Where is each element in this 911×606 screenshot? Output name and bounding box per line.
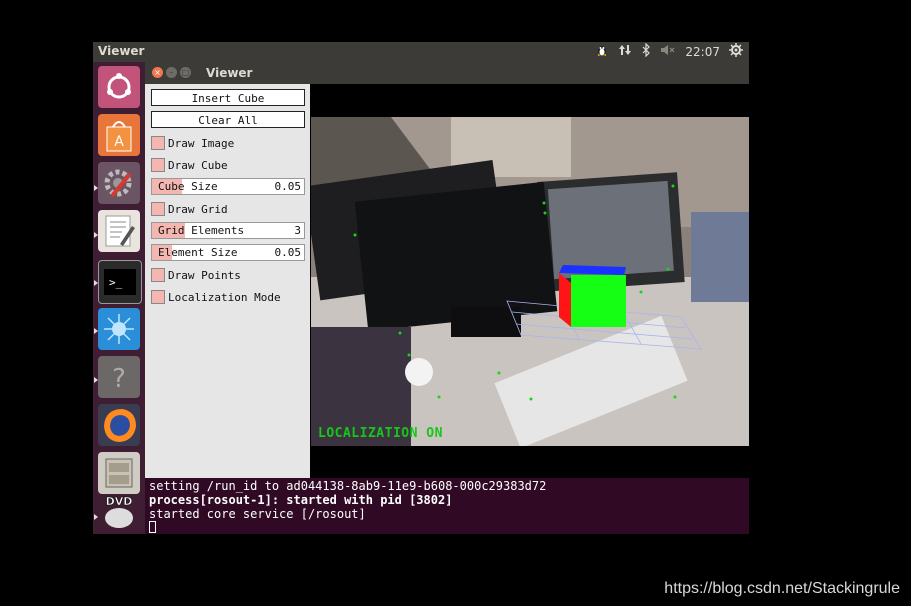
close-icon[interactable]: × xyxy=(152,67,163,78)
app-star-icon[interactable] xyxy=(98,308,140,350)
checkbox-box xyxy=(151,202,165,216)
dvd-label: DVD xyxy=(106,495,133,508)
volume-muted-icon[interactable] xyxy=(660,43,676,60)
localization-overlay-text: LOCALIZATION ON xyxy=(318,426,443,441)
cube-size-label: Cube Size xyxy=(158,180,218,193)
element-size-label: Element Size xyxy=(158,246,238,259)
window-title: Viewer xyxy=(206,66,253,80)
bluetooth-icon[interactable] xyxy=(641,42,651,60)
dvd-icon[interactable]: DVD xyxy=(98,492,140,532)
checkbox-box xyxy=(151,158,165,172)
grid-elements-slider[interactable]: Grid Elements 3 xyxy=(151,222,305,239)
settings-gear-icon[interactable] xyxy=(729,43,743,60)
terminal-cursor xyxy=(149,521,156,533)
tux-icon[interactable] xyxy=(595,43,609,60)
draw-grid-checkbox[interactable]: Draw Grid xyxy=(151,201,228,217)
draw-image-label: Draw Image xyxy=(168,136,235,150)
ubuntu-dash-icon[interactable] xyxy=(98,66,140,108)
terminal-icon[interactable]: >_ xyxy=(98,260,142,304)
text-editor-icon[interactable] xyxy=(98,210,140,252)
element-size-value: 0.05 xyxy=(274,246,302,259)
localization-mode-checkbox[interactable]: Localization Mode xyxy=(151,289,281,305)
localization-mode-label: Localization Mode xyxy=(168,290,281,304)
camera-frame: LOCALIZATION ON xyxy=(311,117,749,446)
software-center-icon[interactable]: A xyxy=(98,114,140,156)
minimize-icon[interactable]: – xyxy=(166,67,177,78)
draw-cube-checkbox[interactable]: Draw Cube xyxy=(151,157,228,173)
system-tray: 22:07 xyxy=(595,42,743,60)
svg-text:A: A xyxy=(114,134,124,150)
system-settings-icon[interactable] xyxy=(98,162,140,204)
camera-scene xyxy=(311,117,749,446)
file-cabinet-icon[interactable] xyxy=(98,452,140,494)
clear-all-button[interactable]: Clear All xyxy=(151,111,305,128)
svg-text:?: ? xyxy=(112,364,126,394)
checkbox-box xyxy=(151,136,165,150)
cube-size-slider[interactable]: Cube Size 0.05 xyxy=(151,178,305,195)
checkbox-box xyxy=(151,268,165,282)
draw-cube-label: Draw Cube xyxy=(168,158,228,172)
insert-cube-button[interactable]: Insert Cube xyxy=(151,89,305,106)
help-icon[interactable]: ? xyxy=(98,356,140,398)
draw-image-checkbox[interactable]: Draw Image xyxy=(151,135,234,151)
grid-elements-label: Grid Elements xyxy=(158,224,245,237)
terminal-output[interactable]: setting /run_id to ad044138-8ab9-11e9-b6… xyxy=(145,478,749,534)
launcher: A >_ ? DVD xyxy=(93,62,145,534)
top-panel-title: Viewer xyxy=(98,44,145,58)
terminal-line: started core service [/rosout] xyxy=(149,507,366,521)
draw-points-checkbox[interactable]: Draw Points xyxy=(151,267,241,283)
network-icon[interactable] xyxy=(618,43,632,60)
clock[interactable]: 22:07 xyxy=(685,45,720,59)
terminal-line: setting /run_id to ad044138-8ab9-11e9-b6… xyxy=(149,479,547,493)
watermark: https://blog.csdn.net/Stackingrule xyxy=(664,580,900,597)
checkbox-box xyxy=(151,290,165,304)
control-panel: Insert Cube Clear All Draw Image Draw Cu… xyxy=(145,84,310,478)
firefox-icon[interactable] xyxy=(98,404,140,446)
window-titlebar[interactable]: × – □ Viewer xyxy=(145,62,749,84)
element-size-slider[interactable]: Element Size 0.05 xyxy=(151,244,305,261)
draw-points-label: Draw Points xyxy=(168,268,241,282)
cube-size-value: 0.05 xyxy=(274,180,302,193)
maximize-icon[interactable]: □ xyxy=(180,67,191,78)
svg-text:>_: >_ xyxy=(109,276,123,289)
draw-grid-label: Draw Grid xyxy=(168,202,228,216)
top-panel: Viewer 22:07 xyxy=(93,42,749,62)
grid-elements-value: 3 xyxy=(294,224,301,237)
terminal-line: process[rosout-1]: started with pid [380… xyxy=(149,493,453,507)
